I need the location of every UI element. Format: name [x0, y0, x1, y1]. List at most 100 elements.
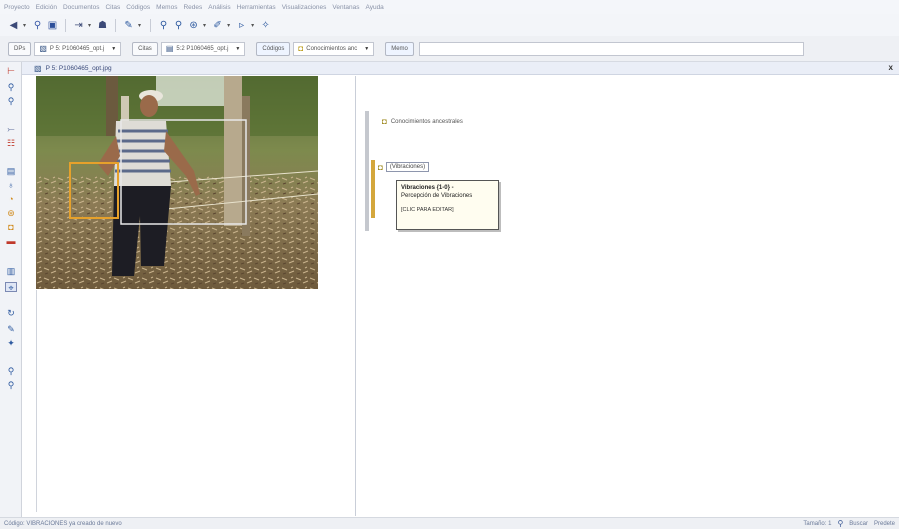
code-icon: ◘ — [378, 162, 383, 172]
status-message: Código: VIBRACIONES ya creado de nuevo — [4, 520, 122, 527]
code-icon: ◘ — [382, 117, 387, 126]
code-selector[interactable]: ◘ Conocimientos anc ▼ — [293, 41, 375, 56]
zoom-icon[interactable]: ⚲ — [5, 82, 17, 92]
code-icon[interactable]: ◘ — [5, 222, 17, 232]
menu-herramientas[interactable]: Herramientas — [237, 4, 276, 11]
chart-icon[interactable]: ▥ — [5, 266, 17, 276]
pin-icon[interactable]: ⚲ — [32, 20, 43, 31]
margin-code-tag[interactable]: ◘ (Vibraciones) — [378, 162, 430, 172]
chevron-down-icon: ▼ — [235, 45, 241, 52]
query-icon[interactable]: ⚲ — [158, 20, 169, 31]
back-dropdown-icon[interactable]: ▾ — [23, 22, 26, 29]
main-toolbar: ◀ ▾ ⚲ ▣ ⇥ ▾ ☗ ✎ ▾ ⚲ ⚲ ⊛ ▾ ✐ ▾ ▹ ▾ ✧ — [0, 14, 899, 36]
brush-dropdown-icon[interactable]: ▾ — [138, 22, 141, 29]
pen-icon[interactable]: ✐ — [212, 20, 223, 31]
people-icon[interactable]: ☗ — [97, 20, 108, 31]
margin-code-tag-label: (Vibraciones) — [385, 162, 430, 172]
status-right: Tamaño: 1 ⚲ Buscar Predete — [803, 519, 895, 528]
code-tooltip[interactable]: Vibraciones {1-0} - Percepción de Vibrac… — [396, 180, 499, 230]
tooltip-title: Vibraciones {1-0} - — [401, 185, 454, 191]
margin-code-item[interactable]: ◘ Conocimientos ancestrales — [382, 117, 463, 126]
quotation-bar[interactable] — [365, 111, 369, 231]
menu-proyecto[interactable]: Proyecto — [4, 4, 30, 11]
menu-edicion[interactable]: Edición — [36, 4, 57, 11]
citas-button[interactable]: Citas — [132, 41, 158, 56]
default-label: Predete — [873, 520, 895, 527]
menu-visualizaciones[interactable]: Visualizaciones — [282, 4, 327, 11]
quotation-icon: ▤ — [165, 44, 174, 53]
zoom-in-icon[interactable]: ⚲ — [5, 366, 17, 376]
brush-icon[interactable]: ✎ — [5, 324, 17, 334]
arrow-icon[interactable]: ✦ — [5, 338, 17, 348]
toolbar-divider — [150, 18, 152, 32]
document-toolbar: DPs ▧ P 5: P1060465_opt.j ▼ Citas ▤ 5:2 … — [0, 36, 899, 62]
bulb-icon[interactable]: ♁ — [5, 180, 17, 190]
quotation-selector[interactable]: ▤ 5:2 P1060465_opt.j ▼ — [160, 41, 246, 56]
image-document-icon: ▧ — [39, 44, 47, 53]
close-icon[interactable]: x — [889, 63, 893, 72]
menu-citas[interactable]: Citas — [105, 4, 120, 11]
play-dropdown-icon[interactable]: ▾ — [251, 22, 254, 29]
menu-ayuda[interactable]: Ayuda — [365, 4, 383, 11]
pin-icon[interactable]: ⚲ — [5, 96, 17, 106]
menu-codigos[interactable]: Códigos — [126, 4, 150, 11]
search-icon[interactable]: ⚲ — [173, 20, 184, 31]
photo-canvas — [36, 76, 318, 289]
document-image[interactable] — [36, 76, 318, 289]
search-label[interactable]: Buscar — [849, 521, 868, 527]
menu-bar: Proyecto Edición Documentos Citas Código… — [0, 0, 899, 14]
add-document-dropdown-icon[interactable]: ▾ — [88, 22, 91, 29]
memo-button[interactable]: Memo — [385, 41, 414, 56]
memo-field[interactable] — [418, 41, 804, 56]
dps-button[interactable]: DPs — [8, 41, 32, 56]
document-selector[interactable]: ▧ P 5: P1060465_opt.j ▼ — [34, 41, 122, 56]
tooltip-body: Percepción de Vibraciones — [401, 193, 473, 199]
code-icon: ◘ — [298, 44, 304, 53]
document-divider — [36, 290, 37, 512]
code-bar[interactable] — [371, 160, 375, 218]
network-dropdown-icon[interactable]: ▾ — [203, 22, 206, 29]
add-document-icon[interactable]: ⇥ — [73, 20, 84, 31]
sound-icon[interactable]: ◔ — [5, 194, 17, 204]
document-selector-value: P 5: P1060465_opt.j — [49, 45, 105, 52]
pen-dropdown-icon[interactable]: ▾ — [227, 22, 230, 29]
menu-ventanas[interactable]: Ventanas — [332, 4, 359, 11]
back-arrow-icon[interactable]: ◀ — [8, 20, 19, 31]
document-icon[interactable]: ▤ — [5, 166, 17, 176]
code-list-icon[interactable]: ☷ — [5, 138, 17, 148]
left-toolbar: ⊢ ⚲ ⚲ ⤚ ☷ ▤ ♁ ◔ ⊛ ◘ ▬ ▥ ⌖ ↻ ✎ ✦ ⚲ ⚲ — [0, 62, 22, 517]
menu-analisis[interactable]: Análisis — [208, 4, 230, 11]
search-icon[interactable]: ⚲ — [837, 519, 843, 528]
margin-toggle-icon[interactable]: ⊢ — [5, 66, 17, 76]
menu-redes[interactable]: Redes — [183, 4, 202, 11]
document-tab[interactable]: ▧ P 5: P1060465_opt.jpg x — [22, 62, 899, 75]
tooltip-edit-link[interactable]: [CLIC PARA EDITAR] — [401, 206, 494, 214]
network-icon[interactable]: ⊛ — [188, 20, 199, 31]
chevron-down-icon: ▼ — [364, 45, 370, 52]
status-bar: Código: VIBRACIONES ya creado de nuevo T… — [0, 517, 899, 529]
size-label: Tamaño: 1 — [803, 520, 832, 527]
save-icon[interactable]: ▣ — [47, 20, 58, 31]
network-icon[interactable]: ⊛ — [5, 208, 17, 218]
wand-icon[interactable]: ✧ — [260, 20, 271, 31]
margin-code-label: Conocimientos ancestrales — [390, 118, 463, 125]
brush-icon[interactable]: ✎ — [123, 20, 134, 31]
select-tool-icon[interactable]: ⌖ — [5, 282, 17, 293]
image-document-icon: ▧ — [34, 63, 42, 73]
quotation-selector-value: 5:2 P1060465_opt.j — [176, 45, 229, 52]
menu-documentos[interactable]: Documentos — [63, 4, 100, 11]
photo-ground — [36, 176, 318, 289]
toolbar-divider — [65, 18, 67, 32]
play-icon[interactable]: ▹ — [236, 20, 247, 31]
code-selector-value: Conocimientos anc — [306, 45, 358, 52]
menu-memos[interactable]: Memos — [156, 4, 177, 11]
codigos-button[interactable]: Códigos — [256, 41, 291, 56]
margin-area[interactable] — [355, 76, 899, 516]
photo-face — [140, 95, 158, 117]
zoom-out-icon[interactable]: ⚲ — [5, 380, 17, 390]
link-icon[interactable]: ⤚ — [5, 124, 17, 134]
toolbar-divider — [115, 18, 117, 32]
document-title: P 5: P1060465_opt.jpg — [45, 64, 112, 72]
memo-icon[interactable]: ▬ — [5, 236, 17, 246]
rotate-icon[interactable]: ↻ — [5, 308, 17, 318]
